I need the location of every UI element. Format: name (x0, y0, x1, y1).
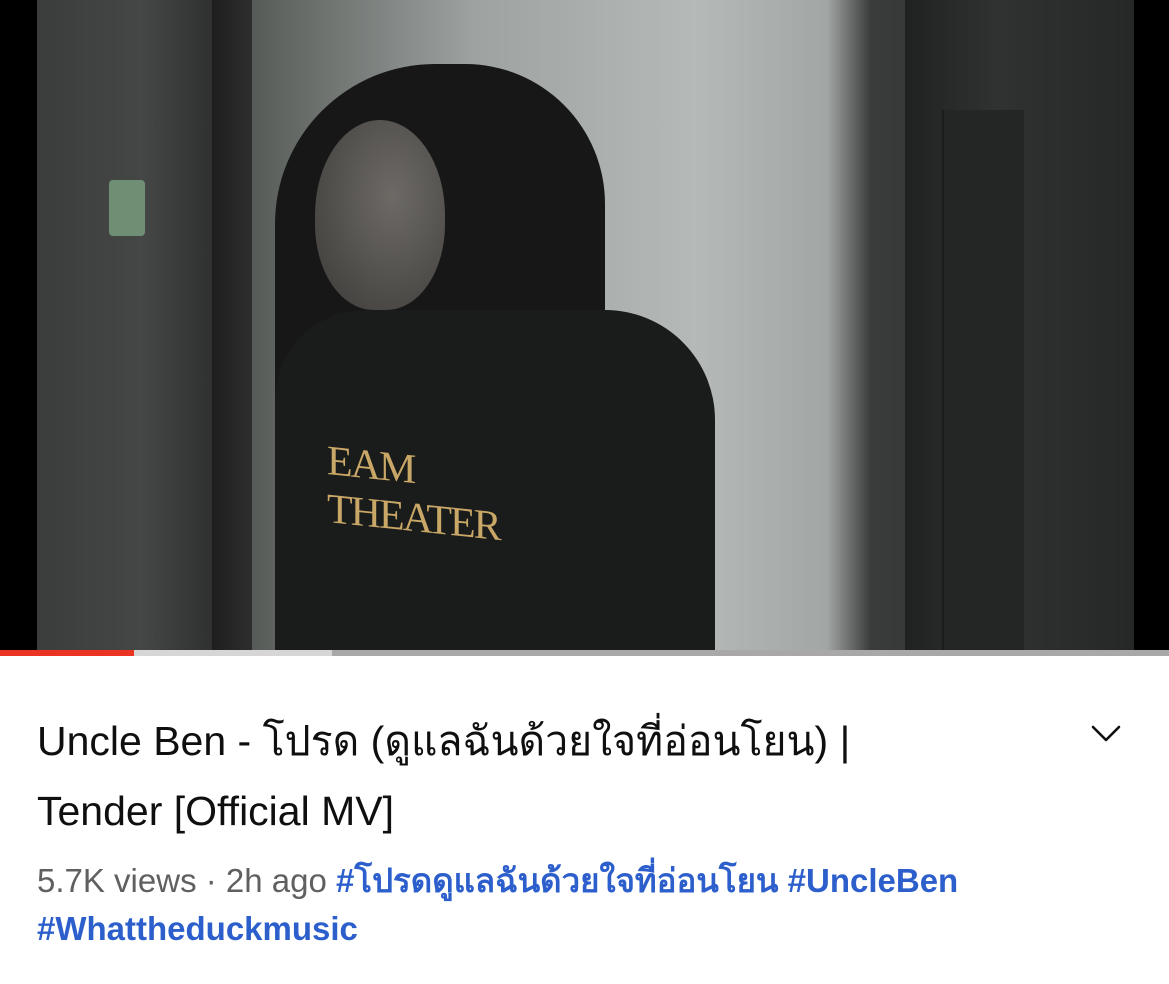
progress-bar[interactable] (0, 650, 1169, 656)
view-count: 5.7K views (37, 862, 197, 899)
hashtag-link[interactable]: #โปรดดูแลฉันด้วยใจที่อ่อนโยน (336, 862, 778, 899)
video-title-line2: Tender [Official MV] (37, 788, 394, 834)
video-title: Uncle Ben - โปรด (ดูแลฉันด้วยใจที่อ่อนโย… (37, 706, 1037, 846)
progress-played (0, 650, 135, 656)
hashtag-link[interactable]: #Whattheduckmusic (37, 910, 358, 947)
scene-door-panel (942, 110, 1024, 650)
chevron-down-icon[interactable] (1086, 714, 1126, 754)
scene-door-tag (109, 180, 145, 236)
scene-door-frame (212, 0, 252, 650)
video-player[interactable]: EAM THEATER (0, 0, 1169, 650)
video-frame: EAM THEATER (37, 0, 1134, 650)
video-meta: 5.7K views · 2h ago #โปรดดูแลฉันด้วยใจที… (37, 857, 1137, 953)
scene-person-face (315, 120, 445, 310)
video-title-line1: Uncle Ben - โปรด (ดูแลฉันด้วยใจที่อ่อนโย… (37, 718, 851, 764)
scene-door-left (37, 0, 212, 650)
meta-separator: · (196, 862, 226, 899)
hashtag-link[interactable]: #UncleBen (788, 862, 959, 899)
upload-time: 2h ago (225, 862, 327, 899)
